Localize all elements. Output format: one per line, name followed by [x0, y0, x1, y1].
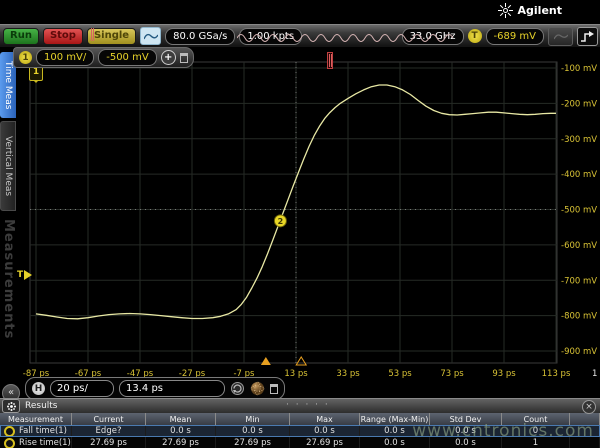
y-tick-label: -300 mV — [561, 135, 597, 145]
sample-rate-field[interactable]: 80.0 GSa/s — [165, 28, 235, 45]
col-measurement[interactable]: Measurement — [0, 413, 72, 425]
acquisition-window-marker[interactable] — [327, 52, 333, 69]
x-tick-label: 53 ps — [388, 369, 412, 379]
trigger-marker-label: T — [17, 270, 23, 280]
timebase-field[interactable]: 20 ps/ — [50, 380, 114, 397]
row-mean: 0.0 s — [146, 425, 216, 437]
row-min: 27.69 ps — [216, 437, 290, 448]
row-mean: 27.69 ps — [146, 437, 216, 448]
x-tick-label: 93 ps — [492, 369, 516, 379]
x-tick-label: 13 ps — [284, 369, 308, 379]
trigger-arrow-icon — [24, 270, 37, 280]
channel-scale-field[interactable]: 100 mV/ — [36, 49, 94, 66]
single-button[interactable]: Single — [87, 28, 136, 45]
channel-1-bar: 1 100 mV/ -500 mV + — [13, 47, 194, 68]
col-max[interactable]: Max — [290, 413, 360, 425]
y-tick-label: -900 mV — [561, 347, 597, 357]
stop-button[interactable]: Stop — [43, 28, 83, 45]
close-results-button[interactable]: × — [582, 400, 596, 414]
y-tick-label: -600 mV — [561, 241, 597, 251]
trigger-edge-button[interactable] — [577, 27, 598, 46]
horizontal-badge[interactable]: H — [32, 382, 45, 395]
x-tick-label: 73 ps — [440, 369, 464, 379]
grid-number: 1 — [592, 369, 597, 379]
y-tick-label: -100 mV — [561, 64, 597, 74]
measurement-marker-icon — [4, 438, 15, 448]
y-tick-label: -800 mV — [561, 312, 597, 322]
y-tick-label: -400 mV — [561, 170, 597, 180]
channel-offset-field[interactable]: -500 mV — [98, 49, 156, 66]
col-min[interactable]: Min — [216, 413, 290, 425]
agilent-logo: Agilent — [498, 3, 562, 18]
row-current: Edge? — [72, 425, 146, 437]
site-watermark: www.cntronics.com — [412, 421, 594, 441]
reset-position-icon[interactable] — [230, 381, 245, 396]
row-min: 0.0 s — [216, 425, 290, 437]
horizontal-position-field[interactable]: 13.4 ps — [119, 380, 225, 397]
window-icon[interactable] — [180, 53, 188, 63]
y-tick-label: -200 mV — [561, 99, 597, 109]
waveform-display-icon — [144, 32, 158, 41]
oscilloscope-screen: Agilent Run Stop Single 80.0 GSa/s 1.00 … — [0, 0, 600, 448]
trigger-mode-button[interactable] — [548, 27, 573, 46]
tab-vertical-meas[interactable]: Vertical Meas — [0, 121, 16, 211]
acquisition-position-indicator[interactable] — [237, 30, 455, 43]
x-tick-label: 33 ps — [336, 369, 360, 379]
drag-handle-icon[interactable]: · · · · · — [286, 400, 330, 410]
display-settings-button[interactable] — [140, 27, 161, 45]
trigger-level-field[interactable]: -689 mV — [486, 28, 544, 45]
agilent-spark-icon — [498, 3, 513, 18]
measurement-marker-icon — [4, 426, 15, 437]
brand-name: Agilent — [518, 4, 562, 17]
row-name: Fall time(1) — [19, 426, 67, 436]
run-button[interactable]: Run — [3, 28, 39, 45]
window-icon[interactable] — [270, 384, 278, 394]
row-max: 27.69 ps — [290, 437, 360, 448]
gear-icon — [7, 402, 16, 411]
y-tick-label: -700 mV — [561, 276, 597, 286]
col-mean[interactable]: Mean — [146, 413, 216, 425]
disabled-waveform-icon — [554, 32, 568, 41]
edge-marker-hollow[interactable] — [296, 357, 306, 365]
col-current[interactable]: Current — [72, 413, 146, 425]
graticule-border — [30, 62, 557, 363]
row-name: Rise time(1) — [19, 438, 71, 448]
results-titlebar[interactable]: Results · · · · · × — [0, 398, 600, 413]
edge-marker-filled[interactable] — [261, 357, 271, 365]
channel-1-badge[interactable]: 1 — [19, 51, 32, 64]
horizontal-bar: H 20 ps/ 13.4 ps — [25, 377, 285, 400]
results-title: Results — [25, 401, 58, 411]
sphere-icon[interactable] — [250, 381, 265, 396]
channel-tag-label: 1 — [33, 67, 39, 77]
acquisition-toolbar: Run Stop Single 80.0 GSa/s 1.00 kpts 33.… — [0, 24, 600, 47]
trigger-badge[interactable]: T — [468, 29, 482, 43]
rising-edge-icon — [580, 30, 595, 43]
results-settings-button[interactable] — [2, 399, 20, 413]
add-channel-button[interactable]: + — [161, 50, 176, 65]
row-max: 0.0 s — [290, 425, 360, 437]
row-current: 27.69 ps — [72, 437, 146, 448]
point-marker-label: 2 — [278, 217, 284, 226]
x-tick-label: 113 ps — [542, 369, 571, 379]
trigger-level-marker[interactable]: T — [17, 270, 37, 280]
measurement-sidebar: Time Meas Vertical Meas Measurements « — [0, 47, 17, 400]
y-tick-label: -500 mV — [561, 206, 597, 216]
